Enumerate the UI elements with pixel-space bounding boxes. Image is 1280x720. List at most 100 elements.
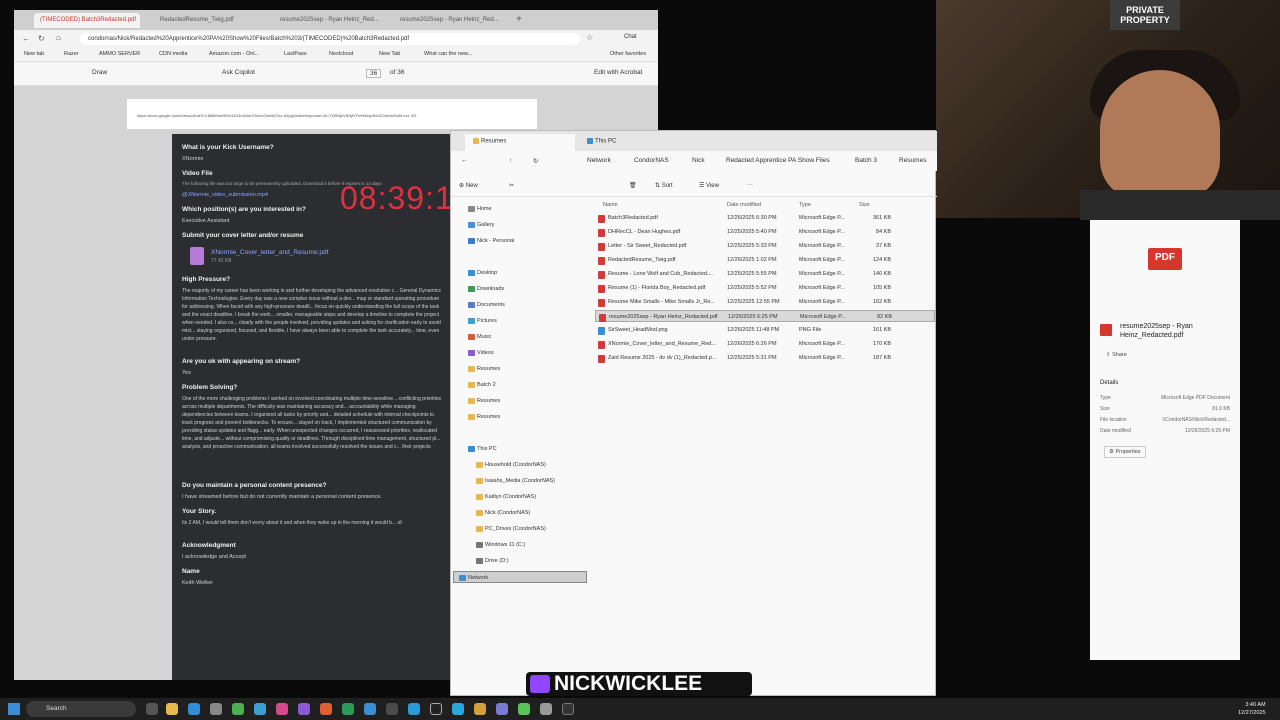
tab-ryan-resume-1[interactable]: resume2025sep - Ryan Heinz_Red... — [274, 13, 380, 28]
app-taskbar-icon-6[interactable] — [364, 703, 376, 715]
refresh-icon[interactable]: ↻ — [533, 157, 538, 165]
fav-cdn-media[interactable]: CDN media — [159, 51, 187, 57]
file-row[interactable]: Resume (1) - Florida Boy_Redacted.pdf 12/… — [595, 282, 935, 294]
back-arrow-icon[interactable]: ← — [22, 34, 30, 43]
file-row[interactable]: Zaid Resume 2025 - dv dv (1)_Redacted.p.… — [595, 352, 935, 364]
nav-batch2[interactable]: Batch 2 — [463, 379, 585, 391]
nav-household[interactable]: Household (CondorNAS) — [471, 459, 593, 471]
app-taskbar-icon-10[interactable] — [474, 703, 486, 715]
edit-with-acrobat-button[interactable]: Edit with Acrobat — [594, 69, 642, 76]
up-icon[interactable]: ↑ — [509, 157, 512, 164]
nav-music[interactable]: Music — [463, 331, 585, 343]
tab-twig-resume[interactable]: RedactedResume_Twig.pdf — [154, 13, 260, 28]
nav-resumes-1[interactable]: Resumes — [463, 363, 585, 375]
task-view-icon[interactable] — [146, 703, 158, 715]
file-row[interactable]: DHRecCL - Dean Hughes.pdf 12/25/2025 5:40… — [595, 226, 935, 238]
fav-new-tab[interactable]: New tab — [24, 51, 44, 57]
cut-icon[interactable]: ✂ — [509, 182, 514, 189]
file-row[interactable]: Resume Mike Smalls - Mike Smalls Jr_Re..… — [595, 296, 935, 308]
fav-lastpass[interactable]: LastPass — [284, 51, 307, 57]
fav-ammo-server[interactable]: AMMO SERVER — [99, 51, 140, 57]
new-tab-plus-icon[interactable]: + — [516, 14, 522, 25]
breadcrumb-nick[interactable]: Nick — [692, 157, 705, 164]
nav-home[interactable]: Home — [463, 203, 585, 215]
windows-start-icon[interactable] — [8, 703, 20, 715]
ask-copilot-button[interactable]: Ask Copilot — [222, 69, 255, 76]
more-icon[interactable]: ··· — [747, 182, 753, 188]
file-row[interactable]: resume2025sep - Ryan Heinz_Redacted.pdf 1… — [595, 310, 935, 322]
nav-downloads[interactable]: Downloads — [463, 283, 585, 295]
refresh-icon[interactable]: ↻ — [38, 34, 45, 43]
cover-file-attachment[interactable]: XNormie_Cover_letter_and_Resume.pdf 77.4… — [182, 243, 442, 269]
breadcrumb-show-files[interactable]: Redacted Apprentice PA Show Files — [726, 157, 830, 164]
share-button[interactable]: ⇪ Share — [1106, 352, 1127, 358]
delete-icon[interactable]: 🗑 — [629, 182, 637, 189]
app-taskbar-icon-9[interactable] — [452, 703, 464, 715]
app-taskbar-icon-11[interactable] — [496, 703, 508, 715]
fav-what-can[interactable]: What can the new... — [424, 51, 472, 57]
new-button[interactable]: ⊕ New — [459, 182, 478, 189]
tab-ryan-resume-2[interactable]: resume2025sep - Ryan Heinz_Red... — [394, 13, 500, 28]
col-size[interactable]: Size — [859, 202, 870, 208]
favorite-star-icon[interactable]: ☆ — [586, 33, 593, 42]
file-row[interactable]: XNormie_Cover_letter_and_Resume_Red... 12… — [595, 338, 935, 350]
nav-resumes-3[interactable]: Resumes — [463, 411, 585, 423]
cover-file-name[interactable]: XNormie_Cover_letter_and_Resume.pdf — [211, 249, 328, 256]
app-taskbar-icon-7[interactable] — [386, 703, 398, 715]
chrome-taskbar-icon[interactable] — [232, 703, 244, 715]
app-taskbar-icon-5[interactable] — [342, 703, 354, 715]
breadcrumb-network[interactable]: Network — [587, 157, 611, 164]
nav-videos[interactable]: Videos — [463, 347, 585, 359]
file-explorer-taskbar-icon[interactable] — [166, 703, 178, 715]
fav-amazon[interactable]: Amazon.com - Onl... — [209, 51, 259, 57]
breadcrumb-resumes[interactable]: Resumes — [899, 157, 926, 164]
col-name[interactable]: Name — [603, 202, 618, 208]
file-row[interactable]: Letter - Sir Sweet_Redacted.pdf 12/25/202… — [595, 240, 935, 252]
edge-taskbar-icon[interactable] — [188, 703, 200, 715]
draw-button[interactable]: Draw — [92, 69, 107, 76]
app-taskbar-icon-8[interactable] — [408, 703, 420, 715]
nav-windows-c[interactable]: Windows 11 (C:) — [471, 539, 593, 551]
home-icon[interactable]: ⌂ — [56, 33, 61, 42]
store-taskbar-icon[interactable] — [210, 703, 222, 715]
obs-taskbar-icon[interactable] — [430, 703, 442, 715]
app-taskbar-icon-3[interactable] — [298, 703, 310, 715]
properties-button[interactable]: ⚙ Properties — [1104, 446, 1146, 458]
tab-this-pc[interactable]: This PC — [579, 134, 689, 151]
nav-isaiahs-media[interactable]: Isaiahs_Media (CondorNAS) — [471, 475, 593, 487]
copilot-chat-button[interactable]: Chat — [624, 34, 637, 40]
app-taskbar-icon-1[interactable] — [254, 703, 266, 715]
fav-razer[interactable]: Razer — [64, 51, 79, 57]
nav-nick[interactable]: Nick (CondorNAS) — [471, 507, 593, 519]
app-taskbar-icon-4[interactable] — [320, 703, 332, 715]
nav-nick-personal[interactable]: Nick - Personal — [463, 235, 585, 247]
nav-resumes-2[interactable]: Resumes — [463, 395, 585, 407]
breadcrumb-batch3[interactable]: Batch 3 — [855, 157, 877, 164]
nav-this-pc[interactable]: This PC — [463, 443, 585, 455]
system-clock[interactable]: 3:40 AM 12/27/2025 — [1238, 701, 1266, 717]
breadcrumb-condornas[interactable]: CondorNAS — [634, 157, 669, 164]
nav-pictures[interactable]: Pictures — [463, 315, 585, 327]
nav-pc-drives[interactable]: PC_Drives (CondorNAS) — [471, 523, 593, 535]
nav-documents[interactable]: Documents — [463, 299, 585, 311]
nav-desktop[interactable]: Desktop — [463, 267, 585, 279]
tab-resumes[interactable]: Resumes — [465, 134, 575, 151]
app-taskbar-icon-2[interactable] — [276, 703, 288, 715]
file-row[interactable]: RedactedResume_Twig.pdf 12/26/2025 1:02 P… — [595, 254, 935, 266]
nav-network[interactable]: Network — [453, 571, 587, 583]
col-type[interactable]: Type — [799, 202, 811, 208]
page-number-input[interactable]: 36 — [366, 69, 382, 78]
nav-drive-d[interactable]: Drive (D:) — [471, 555, 593, 567]
file-row[interactable]: SirSweet_HeadMod.png 12/26/2025 11:48 PM P… — [595, 324, 935, 336]
nav-kaitlyn[interactable]: Kaitlyn (CondorNAS) — [471, 491, 593, 503]
file-row[interactable]: Resume - Lone Wolf and Cub_Redacted.... 1… — [595, 268, 935, 280]
taskbar-search[interactable]: Search — [26, 701, 136, 717]
app-taskbar-icon-12[interactable] — [518, 703, 530, 715]
other-favorites[interactable]: Other favorites — [610, 51, 646, 57]
tab-batch3[interactable]: (TIMECODED) Batch3Redacted.pdf — [34, 13, 140, 28]
view-button[interactable]: ☰ View — [699, 182, 719, 189]
nav-gallery[interactable]: Gallery — [463, 219, 585, 231]
back-icon[interactable]: ← — [461, 157, 468, 164]
app-taskbar-icon-14[interactable] — [562, 703, 574, 715]
sort-button[interactable]: ⇅ Sort — [655, 182, 673, 189]
